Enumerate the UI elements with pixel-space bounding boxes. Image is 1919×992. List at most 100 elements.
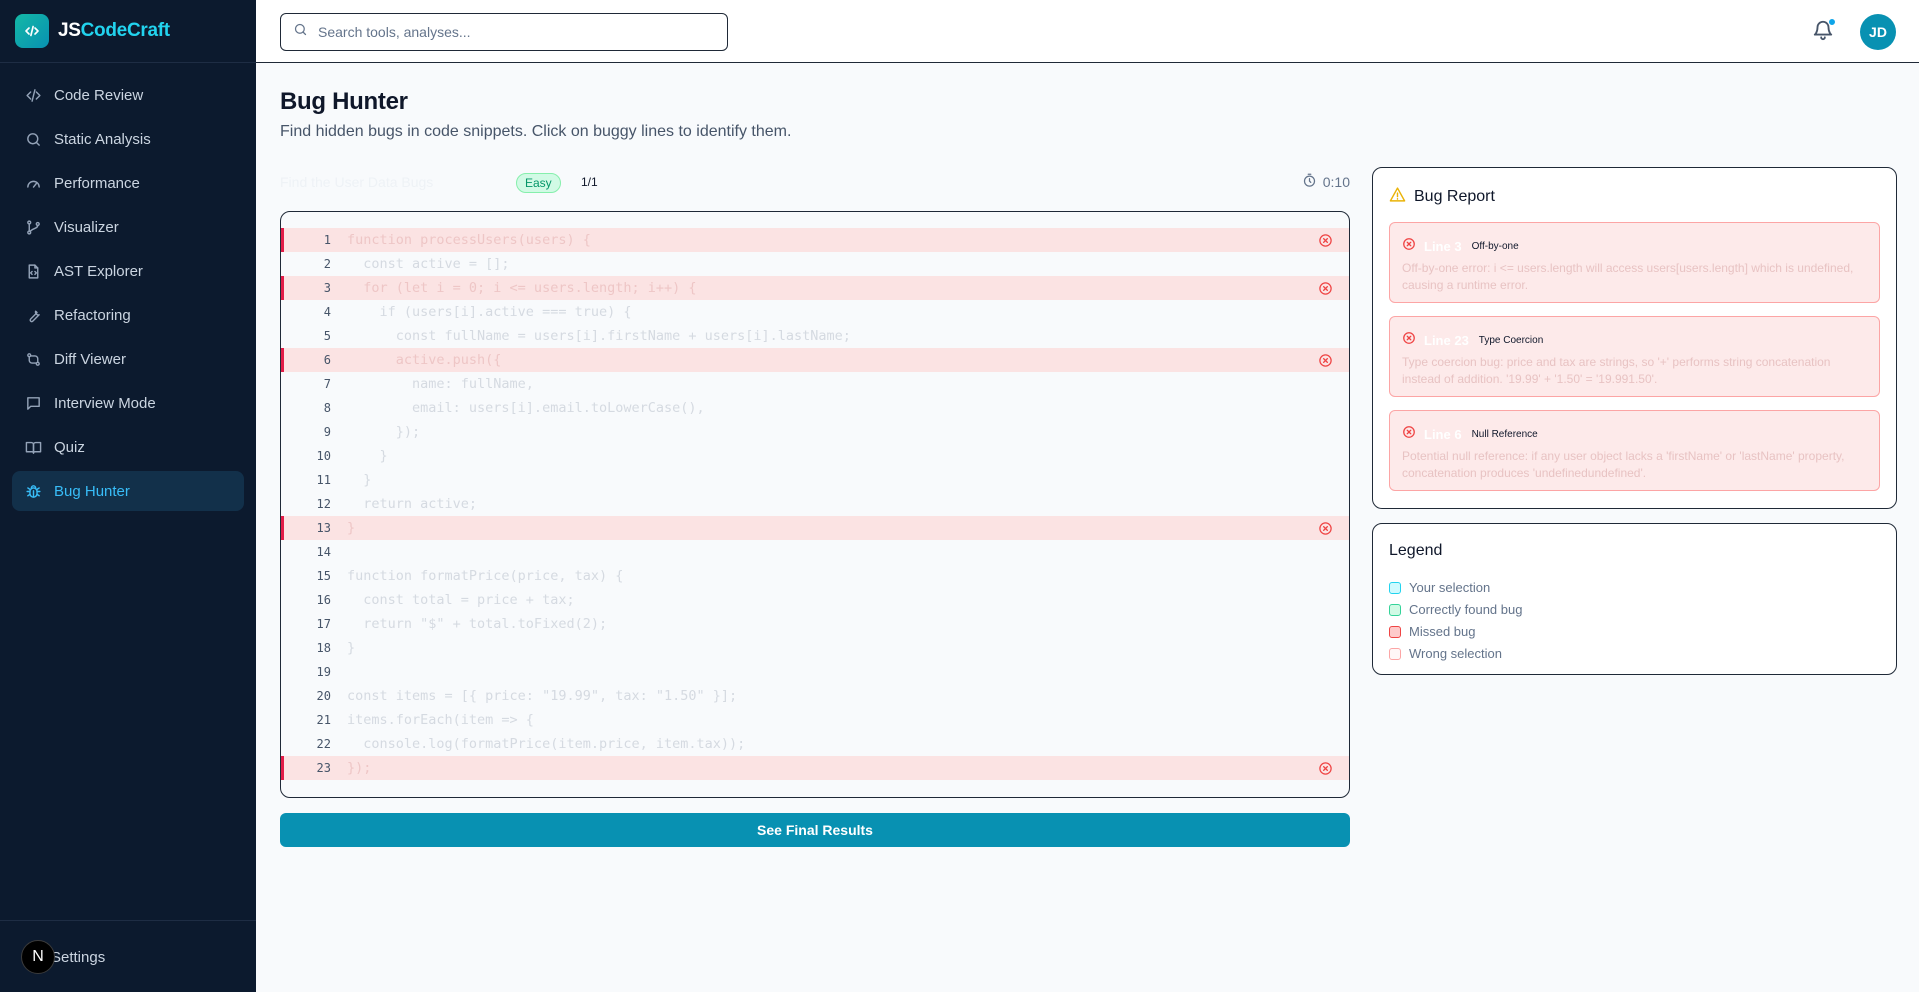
sidebar-item-interview-mode[interactable]: Interview Mode	[12, 383, 244, 423]
avatar[interactable]: JD	[1860, 14, 1896, 50]
line-number: 19	[316, 665, 331, 679]
code-line[interactable]: 15 function formatPrice(price, tax) {	[281, 564, 1349, 588]
brand[interactable]: JSCodeCraft	[0, 0, 256, 63]
code-line-buggy[interactable]: 13}	[281, 516, 1349, 540]
page-subtitle: Find hidden bugs in code snippets. Click…	[280, 123, 792, 140]
code-line-buggy[interactable]: 1 function processUsers(users) {	[281, 228, 1349, 252]
line-number: 16	[316, 593, 331, 607]
legend-panel: Legend Your selection Correctly found bu…	[1372, 523, 1897, 675]
brand-name: JSCodeCraft	[58, 20, 170, 41]
bug-type: Off-by-one	[1471, 241, 1519, 252]
legend-item: Correctly found bug	[1389, 602, 1522, 617]
sidebar-item-label: Diff Viewer	[54, 350, 126, 368]
sidebar-item-refactoring[interactable]: Refactoring	[12, 295, 244, 335]
git-branch-icon	[24, 218, 42, 236]
code-text: return "$" + total.toFixed(2);	[347, 616, 608, 632]
notification-dot	[1828, 18, 1836, 26]
gauge-icon	[24, 174, 42, 192]
bug-report-title: Bug Report	[1414, 188, 1495, 205]
line-number: 5	[323, 329, 331, 343]
x-circle-icon	[1318, 521, 1333, 536]
sidebar-item-performance[interactable]: Performance	[12, 163, 244, 203]
bug-type: Type Coercion	[1478, 335, 1544, 346]
code-line[interactable]: 20 const items = [{ price: "19.99", tax: …	[281, 684, 1349, 708]
sidebar-item-label: AST Explorer	[54, 262, 143, 280]
settings-label: Settings	[51, 948, 106, 966]
bug-report-panel: Bug Report Line 3 Off-by-one Off-by-one …	[1372, 167, 1897, 509]
bug-card-header: Line 6 Null Reference	[1402, 425, 1538, 444]
sidebar-item-static-analysis[interactable]: Static Analysis	[12, 119, 244, 159]
bug-card: Line 3 Off-by-one Off-by-one error: i <=…	[1389, 222, 1880, 303]
code-text: active.push({	[347, 352, 502, 368]
line-number: 6	[323, 353, 331, 367]
sidebar-item-quiz[interactable]: Quiz	[12, 427, 244, 467]
sidebar-item-ast-explorer[interactable]: AST Explorer	[12, 251, 244, 291]
code-text: const items = [{ price: "19.99", tax: "1…	[347, 688, 738, 704]
see-final-results-button[interactable]: See Final Results	[280, 813, 1350, 847]
line-number: 14	[316, 545, 331, 559]
wrench-icon	[24, 306, 42, 324]
code-line[interactable]: 2 const active = [];	[281, 252, 1349, 276]
code-line-buggy[interactable]: 23});	[281, 756, 1349, 780]
sidebar-item-diff-viewer[interactable]: Diff Viewer	[12, 339, 244, 379]
line-number: 7	[323, 377, 331, 391]
bug-description: Type coercion bug: price and tax are str…	[1402, 355, 1831, 386]
git-compare-icon	[24, 350, 42, 368]
sidebar-item-visualizer[interactable]: Visualizer	[12, 207, 244, 247]
timer-value: 0:10	[1322, 174, 1350, 190]
code-line[interactable]: 5 const fullName = users[i].firstName + …	[281, 324, 1349, 348]
code-text: function processUsers(users) {	[347, 232, 591, 248]
sidebar-item-code-review[interactable]: Code Review	[12, 75, 244, 115]
x-circle-icon	[1318, 353, 1333, 368]
page-title: Bug Hunter	[280, 88, 408, 115]
search-box[interactable]	[280, 13, 728, 51]
x-circle-icon	[1318, 761, 1333, 776]
code-line[interactable]: 18}	[281, 636, 1349, 660]
sidebar-item-label: Performance	[54, 174, 140, 192]
code-line[interactable]: 19	[281, 660, 1349, 684]
legend-label: Correctly found bug	[1409, 602, 1523, 617]
line-number: 22	[316, 737, 331, 751]
code-line[interactable]: 22 console.log(formatPrice(item.price, i…	[281, 732, 1349, 756]
legend-item: Wrong selection	[1389, 646, 1502, 661]
legend-swatch	[1389, 603, 1401, 616]
sidebar-item-label: Code Review	[54, 86, 144, 104]
next-badge[interactable]: N	[21, 940, 55, 974]
code-text: });	[347, 424, 421, 440]
code-line[interactable]: 14	[281, 540, 1349, 564]
code-line[interactable]: 17 return "$" + total.toFixed(2);	[281, 612, 1349, 636]
book-open-icon	[24, 438, 42, 456]
line-number: 17	[316, 617, 331, 631]
code-line[interactable]: 12 return active;	[281, 492, 1349, 516]
sidebar-item-bug-hunter[interactable]: Bug Hunter	[12, 471, 244, 511]
code-line-buggy[interactable]: 3 for (let i = 0; i <= users.length; i++…	[281, 276, 1349, 300]
code-line[interactable]: 4 if (users[i].active === true) {	[281, 300, 1349, 324]
notifications-button[interactable]	[1812, 18, 1836, 43]
code-icon	[24, 86, 42, 104]
legend-label: Wrong selection	[1409, 646, 1502, 661]
x-circle-icon	[1318, 233, 1333, 248]
code-line[interactable]: 11 }	[281, 468, 1349, 492]
line-number: 3	[323, 281, 331, 295]
code-text: email: users[i].email.toLowerCase(),	[347, 400, 705, 416]
code-line[interactable]: 10 }	[281, 444, 1349, 468]
code-panel: 1 function processUsers(users) {2 const a…	[280, 211, 1350, 798]
code-line[interactable]: 9 });	[281, 420, 1349, 444]
x-circle-icon	[1402, 331, 1416, 350]
code-line[interactable]: 8 email: users[i].email.toLowerCase(),	[281, 396, 1349, 420]
code-text: if (users[i].active === true) {	[347, 304, 632, 320]
code-line[interactable]: 7 name: fullName,	[281, 372, 1349, 396]
line-number: 13	[316, 521, 331, 535]
settings-link[interactable]: N Settings	[21, 940, 105, 974]
code-line-buggy[interactable]: 6 active.push({	[281, 348, 1349, 372]
code-line[interactable]: 21 items.forEach(item => {	[281, 708, 1349, 732]
legend-swatch	[1389, 647, 1401, 660]
code-line[interactable]: 16 const total = price + tax;	[281, 588, 1349, 612]
bug-description: Potential null reference: if any user ob…	[1402, 449, 1845, 480]
code-text: const fullName = users[i].firstName + us…	[347, 328, 851, 344]
sidebar: JSCodeCraft Code Review Static Analysis …	[0, 0, 256, 992]
search-input[interactable]	[318, 24, 718, 40]
warning-triangle-icon	[1389, 186, 1406, 208]
legend-label: Missed bug	[1409, 624, 1476, 639]
bug-card: Line 23 Type Coercion Type coercion bug:…	[1389, 316, 1880, 397]
